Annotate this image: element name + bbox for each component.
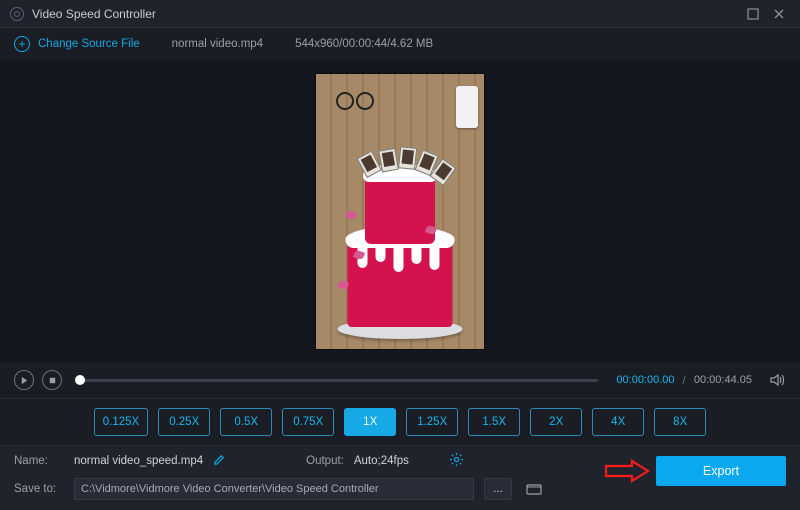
output-panel: Name: normal video_speed.mp4 Output: Aut… bbox=[0, 446, 800, 510]
change-source-button[interactable]: + Change Source File bbox=[14, 36, 140, 52]
source-bar: + Change Source File normal video.mp4 54… bbox=[0, 28, 800, 60]
playhead-handle[interactable] bbox=[75, 375, 85, 385]
export-button[interactable]: Export bbox=[656, 456, 786, 486]
close-button[interactable] bbox=[768, 3, 790, 25]
title-bar: Video Speed Controller bbox=[0, 0, 800, 28]
stop-button[interactable] bbox=[42, 370, 62, 390]
speed-0_125x[interactable]: 0.125X bbox=[94, 408, 148, 436]
speed-1x[interactable]: 1X bbox=[344, 408, 396, 436]
speed-8x[interactable]: 8X bbox=[654, 408, 706, 436]
speed-1_25x[interactable]: 1.25X bbox=[406, 408, 458, 436]
app-logo-icon bbox=[10, 7, 24, 21]
seek-slider[interactable] bbox=[80, 379, 598, 382]
time-current: 00:00:00.00 bbox=[616, 374, 674, 386]
transport-bar: 00:00:00.00/00:00:44.05 bbox=[0, 362, 800, 398]
time-total: 00:00:44.05 bbox=[694, 374, 752, 386]
name-label: Name: bbox=[14, 455, 64, 467]
source-filename: normal video.mp4 bbox=[172, 38, 263, 50]
output-settings-button[interactable] bbox=[449, 452, 464, 470]
plus-circle-icon: + bbox=[14, 36, 30, 52]
browse-button[interactable]: ... bbox=[484, 478, 512, 500]
speed-0_25x[interactable]: 0.25X bbox=[158, 408, 210, 436]
output-format-value: Auto;24fps bbox=[354, 455, 409, 467]
output-name-value: normal video_speed.mp4 bbox=[74, 455, 203, 467]
source-meta: 544x960/00:00:44/4.62 MB bbox=[295, 38, 433, 50]
change-source-label: Change Source File bbox=[38, 38, 140, 50]
speed-2x[interactable]: 2X bbox=[530, 408, 582, 436]
speed-0_75x[interactable]: 0.75X bbox=[282, 408, 334, 436]
speed-selector: 0.125X 0.25X 0.5X 0.75X 1X 1.25X 1.5X 2X 4X 8X bbox=[0, 398, 800, 446]
video-preview bbox=[0, 60, 800, 362]
video-frame bbox=[316, 74, 484, 349]
play-button[interactable] bbox=[14, 370, 34, 390]
speed-1_5x[interactable]: 1.5X bbox=[468, 408, 520, 436]
volume-icon[interactable] bbox=[768, 371, 786, 389]
output-label: Output: bbox=[306, 455, 344, 467]
saveto-path-input[interactable]: C:\Vidmore\Vidmore Video Converter\Video… bbox=[74, 478, 474, 500]
speed-0_5x[interactable]: 0.5X bbox=[220, 408, 272, 436]
window-title: Video Speed Controller bbox=[32, 7, 738, 21]
open-folder-button[interactable] bbox=[522, 478, 546, 500]
minimize-button[interactable] bbox=[742, 3, 764, 25]
saveto-label: Save to: bbox=[14, 483, 64, 495]
edit-name-button[interactable] bbox=[213, 453, 226, 469]
speed-4x[interactable]: 4X bbox=[592, 408, 644, 436]
